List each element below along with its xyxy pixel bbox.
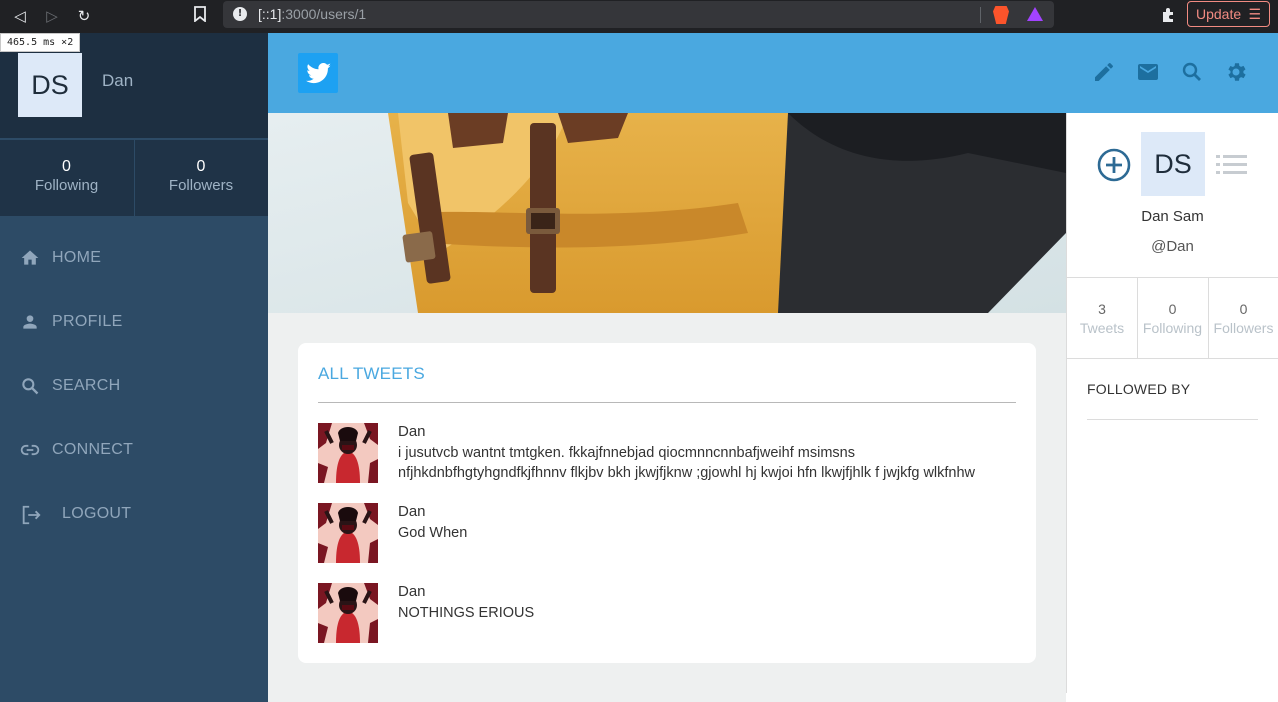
forward-icon[interactable]: ▷ [42, 6, 62, 26]
sidebar-item-search[interactable]: SEARCH [0, 355, 268, 419]
followed-by-heading: FOLLOWED BY [1087, 381, 1191, 397]
section-title: ALL TWEETS [318, 364, 425, 383]
followers-label: Followers [1213, 320, 1274, 336]
sidebar-item-logout[interactable]: LOGOUT [0, 483, 268, 547]
tweet-text: NOTHINGS ERIOUS [398, 605, 535, 621]
menu-icon: ☰ [1248, 6, 1261, 22]
divider [980, 7, 981, 23]
site-info-icon[interactable]: ! [233, 7, 247, 21]
reload-icon[interactable]: ↻ [74, 6, 94, 26]
following-label: Following [1142, 320, 1203, 336]
top-header [268, 33, 1278, 113]
extensions-icon[interactable] [1160, 7, 1176, 23]
tweet-avatar[interactable] [318, 583, 378, 643]
brave-rewards-icon[interactable] [1027, 7, 1043, 21]
tweet-item[interactable]: Dan i jusutvcb wantnt tmtgken. fkkajfnne… [318, 423, 1016, 485]
followers-count: 0 [196, 158, 206, 175]
pencil-icon[interactable] [1092, 60, 1116, 84]
back-icon[interactable]: ◁ [10, 6, 30, 26]
avatar[interactable]: DS [1141, 132, 1205, 196]
following-label: Following [34, 177, 99, 194]
following-count: 0 [1168, 301, 1177, 317]
profile-handle: @Dan [1151, 238, 1194, 255]
sidebar-nav: HOME PROFILE SEARCH CONNECT LOGOUT [0, 227, 268, 547]
url-text: [::1]:3000/users/1 [258, 6, 367, 22]
sidebar-item-connect[interactable]: CONNECT [0, 419, 268, 483]
sidebar-item-home[interactable]: HOME [0, 227, 268, 291]
tweets-stat[interactable]: 3 Tweets [1067, 278, 1137, 358]
sidebar-item-profile[interactable]: PROFILE [0, 291, 268, 355]
sidebar-stats: 0 Following 0 Followers [0, 140, 268, 216]
sidebar-item-label: LOGOUT [62, 505, 132, 522]
tweet-text: God When [398, 525, 468, 541]
tweet-username[interactable]: Dan [398, 423, 426, 440]
search-icon [20, 376, 40, 396]
tweet-avatar[interactable] [318, 503, 378, 563]
sidebar-followers-stat[interactable]: 0 Followers [134, 140, 267, 216]
following-stat[interactable]: 0 Following [1137, 278, 1207, 358]
link-icon [20, 440, 40, 460]
followers-label: Followers [168, 177, 234, 194]
timing-badge: 465.5 ms ×2 [0, 33, 81, 52]
address-bar[interactable]: ! [::1]:3000/users/1 [223, 1, 1054, 28]
profile-panel: DS Dan Sam @Dan 3 Tweets 0 Following 0 F… [1066, 113, 1278, 693]
sidebar-following-stat[interactable]: 0 Following [0, 140, 133, 216]
twitter-bird-icon[interactable] [298, 53, 338, 93]
search-icon[interactable] [1180, 60, 1204, 84]
tweet-text: i jusutvcb wantnt tmtgken. fkkajfnnebjad… [398, 445, 976, 481]
tweets-label: Tweets [1079, 320, 1125, 336]
sidebar-item-label: PROFILE [52, 313, 123, 330]
divider [318, 402, 1016, 403]
sidebar-item-label: SEARCH [52, 377, 121, 394]
following-count: 0 [62, 158, 71, 175]
home-icon [20, 248, 40, 268]
gear-icon[interactable] [1224, 60, 1248, 84]
tweet-username[interactable]: Dan [398, 583, 426, 600]
browser-toolbar: ◁ ▷ ↻ ! [::1]:3000/users/1 Update ☰ [0, 0, 1278, 33]
tweet-item[interactable]: Dan NOTHINGS ERIOUS [318, 583, 1016, 645]
sidebar-item-label: HOME [52, 249, 102, 266]
profile-banner-image [268, 113, 1066, 313]
sidebar-item-label: CONNECT [52, 441, 134, 458]
tweet-avatar[interactable] [318, 423, 378, 483]
tweets-card: ALL TWEETS Dan i jusutvcb wantnt tmtgken… [298, 343, 1036, 663]
follow-plus-icon[interactable] [1097, 148, 1131, 182]
tweet-username[interactable]: Dan [398, 503, 426, 520]
tweets-count: 3 [1098, 301, 1106, 317]
logout-icon [20, 504, 41, 525]
followers-stat[interactable]: 0 Followers [1208, 278, 1278, 358]
followers-count: 0 [1239, 301, 1248, 317]
profile-full-name: Dan Sam [1141, 208, 1204, 225]
bookmark-icon[interactable] [190, 6, 210, 26]
brave-shields-icon[interactable] [993, 6, 1009, 24]
sidebar-username: Dan [102, 71, 134, 90]
divider [1087, 419, 1258, 420]
update-button[interactable]: Update ☰ [1187, 1, 1270, 27]
mail-icon[interactable] [1136, 60, 1160, 84]
list-icon[interactable] [1215, 151, 1249, 179]
profile-stats: 3 Tweets 0 Following 0 Followers [1067, 277, 1278, 359]
avatar[interactable]: DS [18, 53, 82, 117]
sidebar: DS Dan 0 Following 0 Followers HOME PROF… [0, 33, 268, 702]
tweet-item[interactable]: Dan God When [318, 503, 1016, 565]
person-icon [20, 312, 40, 332]
